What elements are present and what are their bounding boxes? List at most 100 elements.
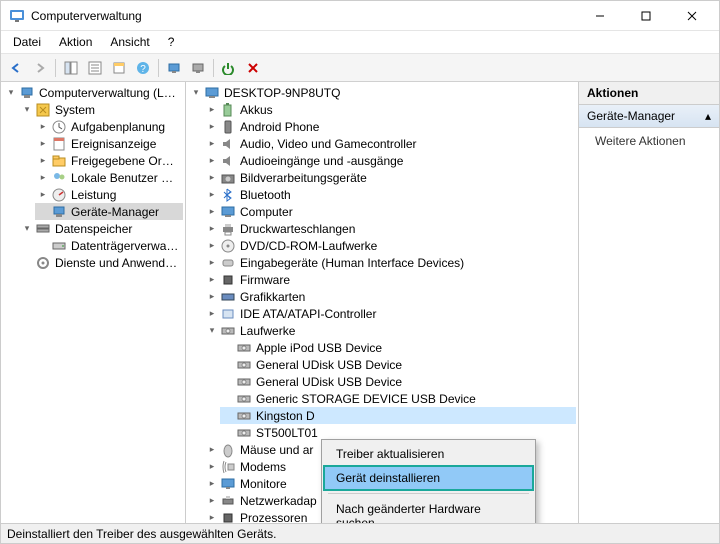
maximize-button[interactable] (623, 1, 669, 31)
phone-icon (220, 119, 236, 135)
ctrl-icon (220, 306, 236, 322)
chevron-icon[interactable]: ▸ (206, 274, 218, 286)
forward-button[interactable] (29, 57, 51, 79)
minimize-button[interactable] (577, 1, 623, 31)
device-category[interactable]: ▸Akkus (204, 101, 576, 118)
device-category[interactable]: ▸Bildverarbeitungsgeräte (204, 169, 576, 186)
scan-hardware-button[interactable] (163, 57, 185, 79)
tree-root[interactable]: ▾Computerverwaltung (Lokal) (3, 84, 183, 101)
tree-group[interactable]: ▾System (19, 101, 183, 118)
battery-icon (220, 102, 236, 118)
ctx-update-driver[interactable]: Treiber aktualisieren (324, 442, 533, 466)
device-category[interactable]: ▸Audio, Video und Gamecontroller (204, 135, 576, 152)
tree-item[interactable]: Geräte-Manager (35, 203, 183, 220)
tree-group[interactable]: Dienste und Anwendungen (19, 254, 183, 271)
tree-item[interactable]: ▸Aufgabenplanung (35, 118, 183, 135)
device-item[interactable]: General UDisk USB Device (220, 373, 576, 390)
device-category[interactable]: ▸Computer (204, 203, 576, 220)
chevron-icon[interactable]: ▸ (37, 172, 49, 184)
chevron-icon[interactable]: ▸ (206, 495, 218, 507)
device-category[interactable]: ▸Android Phone (204, 118, 576, 135)
actions-subtitle[interactable]: Geräte-Manager ▴ (579, 105, 719, 128)
help-button[interactable]: ? (132, 57, 154, 79)
chevron-icon[interactable]: ▸ (206, 121, 218, 133)
chevron-icon[interactable] (21, 257, 33, 269)
app-icon (9, 8, 25, 24)
device-category[interactable]: ▸Audioeingänge und -ausgänge (204, 152, 576, 169)
ctx-scan-hardware[interactable]: Nach geänderter Hardware suchen (324, 497, 533, 523)
device-root[interactable]: ▾DESKTOP-9NP8UTQ (188, 84, 576, 101)
actions-more-link[interactable]: Weitere Aktionen (579, 128, 719, 154)
tree-item[interactable]: ▸Leistung (35, 186, 183, 203)
chevron-down-icon[interactable]: ▾ (5, 87, 17, 99)
chevron-icon[interactable]: ▸ (206, 172, 218, 184)
chevron-icon[interactable]: ▸ (206, 291, 218, 303)
chevron-icon[interactable]: ▾ (21, 104, 33, 116)
menu-ansicht[interactable]: Ansicht (102, 33, 157, 51)
shared-icon (51, 153, 67, 169)
tree-item[interactable]: ▸Freigegebene Ordner (35, 152, 183, 169)
printer-icon (220, 221, 236, 237)
device-category[interactable]: ▸Firmware (204, 271, 576, 288)
device-category[interactable]: ▸Druckwarteschlangen (204, 220, 576, 237)
device-item[interactable]: Apple iPod USB Device (220, 339, 576, 356)
chevron-icon[interactable]: ▸ (206, 155, 218, 167)
menu-bar: Datei Aktion Ansicht ? (1, 31, 719, 54)
back-button[interactable] (5, 57, 27, 79)
tree-item[interactable]: ▸Lokale Benutzer und Gr (35, 169, 183, 186)
tree-item[interactable]: Datenträgerverwaltung (35, 237, 183, 254)
menu-help[interactable]: ? (160, 33, 183, 51)
tree-group[interactable]: ▾Datenspeicher (19, 220, 183, 237)
mouse-icon (220, 442, 236, 458)
chevron-icon[interactable] (37, 240, 49, 252)
device-category[interactable]: ▾Laufwerke (204, 322, 576, 339)
show-hide-tree-button[interactable] (60, 57, 82, 79)
ctx-uninstall-device[interactable]: Gerät deinstallieren (324, 466, 533, 490)
chevron-icon[interactable]: ▸ (206, 189, 218, 201)
gpu-icon (220, 289, 236, 305)
device-category[interactable]: ▸Grafikkarten (204, 288, 576, 305)
device-category[interactable]: ▸DVD/CD-ROM-Laufwerke (204, 237, 576, 254)
actions-panel: Aktionen Geräte-Manager ▴ Weitere Aktion… (579, 82, 719, 523)
chevron-icon[interactable]: ▸ (37, 138, 49, 150)
chevron-icon[interactable]: ▸ (206, 138, 218, 150)
device-category[interactable]: ▸Eingabegeräte (Human Interface Devices) (204, 254, 576, 271)
chevron-icon[interactable]: ▸ (206, 444, 218, 456)
update-driver-button[interactable] (187, 57, 209, 79)
device-category[interactable]: ▸IDE ATA/ATAPI-Controller (204, 305, 576, 322)
chevron-icon[interactable]: ▸ (37, 121, 49, 133)
chevron-icon[interactable]: ▾ (206, 325, 218, 337)
device-category[interactable]: ▸Bluetooth (204, 186, 576, 203)
devmgr-icon (51, 204, 67, 220)
chevron-icon[interactable]: ▸ (206, 206, 218, 218)
chevron-icon[interactable]: ▸ (206, 240, 218, 252)
chevron-icon[interactable]: ▸ (206, 104, 218, 116)
chevron-icon[interactable]: ▸ (206, 308, 218, 320)
chevron-icon[interactable]: ▸ (206, 478, 218, 490)
menu-aktion[interactable]: Aktion (51, 33, 100, 51)
export-button[interactable] (108, 57, 130, 79)
chevron-icon[interactable]: ▸ (206, 512, 218, 524)
properties-button[interactable] (84, 57, 106, 79)
close-button[interactable] (669, 1, 715, 31)
tree-item[interactable]: ▸Ereignisanzeige (35, 135, 183, 152)
drive-icon (236, 340, 252, 356)
uninstall-device-button[interactable] (242, 57, 264, 79)
chevron-icon[interactable]: ▸ (206, 223, 218, 235)
chevron-icon[interactable]: ▸ (37, 155, 49, 167)
chevron-icon[interactable]: ▸ (206, 461, 218, 473)
status-text: Deinstalliert den Treiber des ausgewählt… (7, 527, 276, 541)
device-item[interactable]: Generic STORAGE DEVICE USB Device (220, 390, 576, 407)
chevron-down-icon[interactable]: ▾ (190, 87, 202, 99)
chevron-icon[interactable] (37, 206, 49, 218)
menu-datei[interactable]: Datei (5, 33, 49, 51)
enable-device-button[interactable] (218, 57, 240, 79)
device-item[interactable]: General UDisk USB Device (220, 356, 576, 373)
clock-icon (51, 119, 67, 135)
perf-icon (51, 187, 67, 203)
chevron-icon[interactable]: ▸ (206, 257, 218, 269)
device-item[interactable]: Kingston D (220, 407, 576, 424)
chevron-icon[interactable]: ▸ (37, 189, 49, 201)
chevron-icon[interactable]: ▾ (21, 223, 33, 235)
drive-icon (236, 425, 252, 441)
